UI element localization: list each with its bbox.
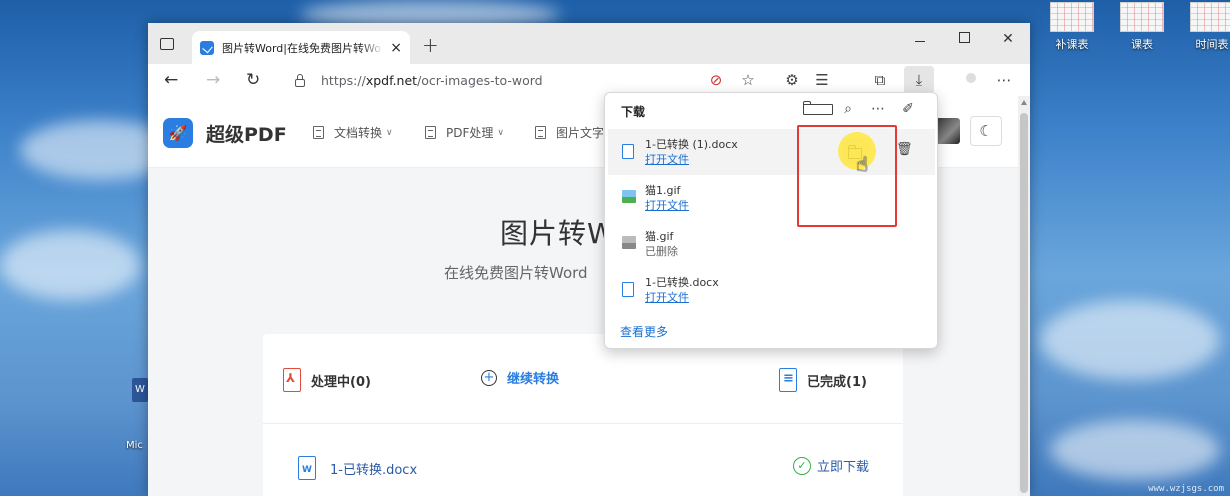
lock-icon[interactable] bbox=[295, 73, 305, 87]
forward-icon[interactable]: → bbox=[206, 70, 220, 90]
document-icon bbox=[535, 126, 546, 139]
nav-label: PDF处理 bbox=[446, 126, 494, 140]
nav-label: 文档转换 bbox=[334, 126, 383, 140]
downloads-title: 下载 bbox=[621, 105, 646, 119]
spreadsheet-thumbnail-icon bbox=[1050, 2, 1094, 32]
see-more-link[interactable]: 查看更多 bbox=[620, 323, 668, 340]
download-now-button[interactable]: ✓ 立即下载 bbox=[793, 456, 869, 475]
nav-label: 图片文字 bbox=[556, 126, 605, 140]
word-app-icon: W bbox=[132, 378, 148, 402]
extensions-icon[interactable]: ⚙ bbox=[782, 70, 802, 90]
site-logo[interactable]: 超级PDF bbox=[206, 120, 287, 147]
rocket-logo-icon[interactable]: 🚀 bbox=[163, 118, 193, 148]
tab-active[interactable]: 图片转Word|在线免费图片转Wo × bbox=[192, 31, 410, 64]
back-icon[interactable]: ← bbox=[164, 70, 178, 90]
dark-mode-toggle-icon[interactable]: ☾ bbox=[970, 116, 1002, 146]
check-circle-icon: ✓ bbox=[793, 456, 811, 475]
spreadsheet-thumbnail-icon bbox=[1190, 2, 1230, 32]
image-file-icon bbox=[622, 190, 636, 203]
new-tab-button[interactable]: + bbox=[422, 33, 439, 57]
download-file-name: 1-已转换 (1).docx bbox=[645, 138, 738, 151]
conversion-panel: 处理中(0) + 继续转换 已完成(1) W 1-已转换.docx ✓ 立即下载 bbox=[263, 334, 903, 496]
desktop-icon-label: 补课表 bbox=[1055, 38, 1089, 51]
refresh-icon[interactable]: ↻ bbox=[246, 70, 260, 90]
minimize-button[interactable] bbox=[898, 31, 942, 47]
download-item[interactable]: 猫.gif 已删除 bbox=[608, 221, 935, 267]
chevron-down-icon: ∨ bbox=[497, 127, 504, 138]
image-file-icon bbox=[622, 236, 636, 249]
site-favicon-icon bbox=[200, 40, 214, 55]
download-file-name: 1-已转换.docx bbox=[645, 276, 719, 289]
address-bar[interactable]: https://xpdf.net/ocr-images-to-word bbox=[283, 67, 758, 94]
download-file-name: 猫1.gif bbox=[645, 184, 681, 197]
pin-icon[interactable]: ✐ bbox=[893, 101, 923, 119]
maximize-button[interactable] bbox=[942, 31, 986, 47]
completed-status[interactable]: 已完成(1) bbox=[779, 368, 867, 392]
desktop-icon-label: 课表 bbox=[1131, 38, 1153, 51]
open-file-link[interactable]: 打开文件 bbox=[645, 289, 689, 305]
delete-icon[interactable]: 🗑 bbox=[896, 142, 913, 157]
document-done-icon bbox=[779, 368, 797, 392]
window-controls: ✕ bbox=[898, 31, 1030, 47]
desktop-icon-label: 时间表 bbox=[1195, 38, 1229, 51]
open-file-link[interactable]: 打开文件 bbox=[645, 197, 689, 213]
tab-title: 图片转Word|在线免费图片转Wo bbox=[222, 41, 381, 55]
desktop-icon-timetable[interactable]: 时间表 bbox=[1182, 2, 1230, 52]
document-icon bbox=[425, 126, 436, 139]
docx-file-icon bbox=[622, 144, 634, 159]
more-menu-icon[interactable]: ⋯ bbox=[994, 70, 1014, 90]
add-favorite-icon[interactable]: ☆ bbox=[738, 70, 758, 90]
page-scrollbar[interactable] bbox=[1018, 96, 1030, 496]
download-item[interactable]: 1-已转换.docx 打开文件 bbox=[608, 267, 935, 313]
converted-file-row: W 1-已转换.docx bbox=[298, 456, 417, 480]
close-window-button[interactable]: ✕ bbox=[986, 31, 1030, 47]
desktop-icon-makeup-schedule[interactable]: 补课表 bbox=[1042, 2, 1102, 52]
tab-strip: 图片转Word|在线免费图片转Wo × + ✕ bbox=[148, 23, 1030, 64]
chevron-down-icon: ∨ bbox=[386, 127, 393, 138]
favorites-icon[interactable]: ☰ bbox=[812, 70, 832, 90]
tab-actions-icon[interactable] bbox=[158, 35, 176, 53]
more-options-icon[interactable]: ⋯ bbox=[863, 101, 893, 119]
profile-avatar-icon[interactable] bbox=[952, 70, 972, 90]
tracking-prevention-icon[interactable]: ⊘ bbox=[706, 70, 726, 90]
converted-file-name: 1-已转换.docx bbox=[330, 462, 418, 478]
deleted-status: 已删除 bbox=[645, 245, 678, 258]
docx-file-icon bbox=[622, 282, 634, 297]
url-text[interactable]: https://xpdf.net/ocr-images-to-word bbox=[321, 73, 543, 88]
download-file-name: 猫.gif bbox=[645, 230, 674, 243]
nav-image-text[interactable]: 图片文字 bbox=[535, 124, 604, 141]
plus-circle-icon: + bbox=[481, 369, 497, 386]
open-file-link[interactable]: 打开文件 bbox=[645, 151, 689, 167]
document-icon bbox=[313, 126, 324, 139]
spreadsheet-thumbnail-icon bbox=[1120, 2, 1164, 32]
downloads-icon[interactable]: ⤓ bbox=[904, 66, 934, 94]
downloads-toolbar: ⌕ ⋯ ✐ bbox=[803, 101, 923, 119]
desktop-icon-class-schedule[interactable]: 课表 bbox=[1112, 2, 1172, 52]
pdf-file-icon bbox=[283, 368, 301, 392]
tab-close-icon[interactable]: × bbox=[390, 40, 402, 56]
search-icon[interactable]: ⌕ bbox=[833, 101, 863, 119]
collections-icon[interactable]: ⧉ bbox=[870, 70, 890, 90]
processing-status: 处理中(0) bbox=[283, 368, 371, 392]
watermark: www.wzjsgs.com bbox=[1148, 484, 1224, 494]
hand-cursor-icon: ☝ bbox=[856, 152, 869, 176]
nav-pdf-tools[interactable]: PDF处理 ∨ bbox=[425, 124, 504, 141]
page-subtitle: 在线免费图片转Word bbox=[444, 264, 588, 282]
continue-convert-button[interactable]: + 继续转换 bbox=[481, 368, 559, 387]
word-file-icon: W bbox=[298, 456, 316, 480]
nav-document-convert[interactable]: 文档转换 ∨ bbox=[313, 124, 393, 141]
open-downloads-folder-icon[interactable] bbox=[803, 101, 833, 119]
